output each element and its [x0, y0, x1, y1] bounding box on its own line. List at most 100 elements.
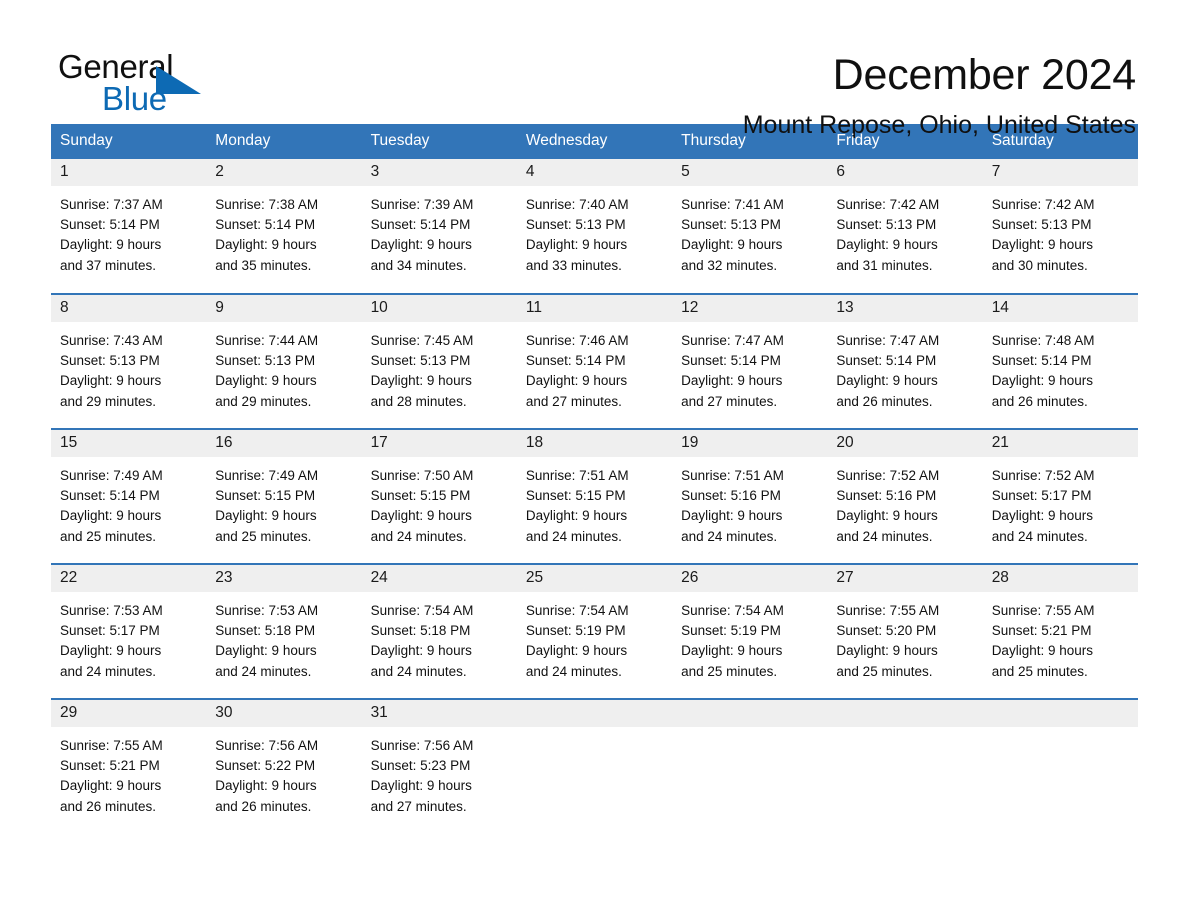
- day-number: [827, 700, 983, 727]
- day-number: 29: [51, 700, 207, 727]
- daylight-text-line1: Daylight: 9 hours: [60, 237, 162, 253]
- sunrise-text: Sunrise: 7:38 AM: [215, 197, 319, 212]
- sunset-text: Sunset: 5:13 PM: [991, 217, 1092, 233]
- page-header: General Blue December 2024 Mount Repose,…: [0, 0, 1188, 139]
- sunset-text: Sunset: 5:14 PM: [681, 353, 781, 369]
- sunrise-text: Sunrise: 7:55 AM: [991, 603, 1095, 618]
- calendar-day-cell[interactable]: 2 Sunrise: 7:38 AM Sunset: 5:14 PM Daylight…: [206, 159, 362, 294]
- day-number: 16: [206, 430, 362, 457]
- day-details: Sunrise: 7:54 AM Sunset: 5:18 PM Daylight:…: [362, 592, 517, 682]
- calendar-day-cell[interactable]: 3 Sunrise: 7:39 AM Sunset: 5:14 PM Daylight…: [361, 159, 517, 294]
- day-number: 9: [206, 295, 362, 322]
- day-details: Sunrise: 7:51 AM Sunset: 5:15 PM Daylight:…: [517, 457, 672, 547]
- generalblue-logo[interactable]: General Blue: [58, 50, 218, 120]
- calendar-day-cell[interactable]: 30 Sunrise: 7:56 AM Sunset: 5:22 PM Dayligh…: [206, 698, 362, 834]
- daylight-text-line2: and 24 minutes.: [60, 663, 157, 679]
- day-details: Sunrise: 7:54 AM Sunset: 5:19 PM Daylight:…: [672, 592, 827, 682]
- calendar-day-cell[interactable]: 23 Sunrise: 7:53 AM Sunset: 5:18 PM Dayligh…: [206, 563, 362, 699]
- daylight-text-line2: and 24 minutes.: [525, 663, 622, 679]
- calendar-day-cell[interactable]: 31 Sunrise: 7:56 AM Sunset: 5:23 PM Dayligh…: [361, 698, 517, 834]
- calendar-day-cell[interactable]: 4 Sunrise: 7:40 AM Sunset: 5:13 PM Daylight…: [516, 159, 673, 294]
- calendar-day-cell[interactable]: 26 Sunrise: 7:54 AM Sunset: 5:19 PM Dayligh…: [672, 563, 828, 699]
- calendar-day-cell[interactable]: 20 Sunrise: 7:52 AM Sunset: 5:16 PM Dayligh…: [827, 428, 983, 564]
- calendar-day-cell[interactable]: 7 Sunrise: 7:42 AM Sunset: 5:13 PM Daylight…: [982, 159, 1138, 294]
- calendar-day-cell[interactable]: 10 Sunrise: 7:45 AM Sunset: 5:13 PM Dayligh…: [361, 293, 517, 429]
- day-number: 8: [51, 295, 207, 322]
- weekday-header-sunday: Sunday: [51, 124, 207, 159]
- calendar-day-cell[interactable]: 5 Sunrise: 7:41 AM Sunset: 5:13 PM Daylight…: [672, 159, 828, 294]
- daylight-text-line1: Daylight: 9 hours: [370, 643, 472, 659]
- calendar-week-row: 1 Sunrise: 7:37 AM Sunset: 5:14 PM Daylight…: [51, 159, 1138, 294]
- calendar-day-cell[interactable]: 14 Sunrise: 7:48 AM Sunset: 5:14 PM Dayligh…: [982, 293, 1138, 429]
- day-details: Sunrise: 7:48 AM Sunset: 5:14 PM Daylight:…: [983, 322, 1138, 412]
- calendar-day-cell[interactable]: 16 Sunrise: 7:49 AM Sunset: 5:15 PM Dayligh…: [206, 428, 362, 564]
- calendar-day-cell[interactable]: 8 Sunrise: 7:43 AM Sunset: 5:13 PM Daylight…: [51, 293, 207, 429]
- daylight-text-line2: and 25 minutes.: [60, 528, 157, 544]
- day-number: 3: [361, 159, 517, 186]
- daylight-text-line1: Daylight: 9 hours: [215, 237, 317, 253]
- sunrise-text: Sunrise: 7:55 AM: [836, 603, 940, 618]
- calendar-day-cell[interactable]: 17 Sunrise: 7:50 AM Sunset: 5:15 PM Dayligh…: [361, 428, 517, 564]
- sunrise-text: Sunrise: 7:42 AM: [836, 197, 940, 212]
- calendar-day-cell[interactable]: 19 Sunrise: 7:51 AM Sunset: 5:16 PM Dayligh…: [672, 428, 828, 564]
- sunset-text: Sunset: 5:17 PM: [991, 488, 1092, 504]
- calendar-day-cell[interactable]: 22 Sunrise: 7:53 AM Sunset: 5:17 PM Dayligh…: [51, 563, 207, 699]
- daylight-text-line1: Daylight: 9 hours: [991, 508, 1093, 524]
- sunset-text: Sunset: 5:22 PM: [215, 758, 316, 774]
- calendar-day-cell[interactable]: 9 Sunrise: 7:44 AM Sunset: 5:13 PM Daylight…: [206, 293, 362, 429]
- daylight-text-line2: and 29 minutes.: [215, 393, 312, 409]
- sunrise-text: Sunrise: 7:45 AM: [370, 333, 474, 348]
- sunset-text: Sunset: 5:15 PM: [215, 488, 316, 504]
- sunset-text: Sunset: 5:21 PM: [60, 758, 160, 774]
- calendar-day-cell[interactable]: 21 Sunrise: 7:52 AM Sunset: 5:17 PM Dayligh…: [982, 428, 1138, 564]
- calendar-day-cell[interactable]: 27 Sunrise: 7:55 AM Sunset: 5:20 PM Dayligh…: [827, 563, 983, 699]
- day-number: [672, 700, 828, 727]
- calendar-day-cell[interactable]: 13 Sunrise: 7:47 AM Sunset: 5:14 PM Dayligh…: [827, 293, 983, 429]
- sunrise-text: Sunrise: 7:54 AM: [370, 603, 474, 618]
- calendar-cell-empty: [672, 698, 828, 834]
- daylight-text-line2: and 26 minutes.: [991, 393, 1088, 409]
- daylight-text-line2: and 35 minutes.: [215, 257, 312, 273]
- day-details: Sunrise: 7:41 AM Sunset: 5:13 PM Daylight:…: [672, 186, 827, 276]
- sunrise-text: Sunrise: 7:37 AM: [60, 197, 163, 212]
- daylight-text-line2: and 26 minutes.: [215, 798, 312, 814]
- title-block: December 2024 Mount Repose, Ohio, United…: [743, 50, 1136, 140]
- sunrise-text: Sunrise: 7:51 AM: [525, 468, 629, 483]
- sunset-text: Sunset: 5:19 PM: [525, 623, 626, 639]
- calendar-day-cell[interactable]: 6 Sunrise: 7:42 AM Sunset: 5:13 PM Daylight…: [827, 159, 983, 294]
- calendar-day-cell[interactable]: 12 Sunrise: 7:47 AM Sunset: 5:14 PM Dayligh…: [672, 293, 828, 429]
- calendar-day-cell[interactable]: 25 Sunrise: 7:54 AM Sunset: 5:19 PM Dayligh…: [516, 563, 673, 699]
- daylight-text-line2: and 24 minutes.: [525, 528, 622, 544]
- calendar-day-cell[interactable]: 18 Sunrise: 7:51 AM Sunset: 5:15 PM Dayligh…: [516, 428, 673, 564]
- calendar-day-cell[interactable]: 29 Sunrise: 7:55 AM Sunset: 5:21 PM Dayligh…: [51, 698, 207, 834]
- weekday-header-wednesday: Wednesday: [516, 124, 673, 159]
- day-number: 19: [672, 430, 828, 457]
- daylight-text-line1: Daylight: 9 hours: [991, 237, 1093, 253]
- daylight-text-line2: and 26 minutes.: [60, 798, 157, 814]
- calendar-day-cell[interactable]: 11 Sunrise: 7:46 AM Sunset: 5:14 PM Dayligh…: [516, 293, 673, 429]
- day-number: 18: [516, 430, 673, 457]
- daylight-text-line1: Daylight: 9 hours: [836, 237, 938, 253]
- sunset-text: Sunset: 5:13 PM: [836, 217, 937, 233]
- calendar-cell-empty: [516, 698, 673, 834]
- day-details: Sunrise: 7:56 AM Sunset: 5:22 PM Daylight:…: [206, 727, 361, 817]
- sunrise-text: Sunrise: 7:49 AM: [60, 468, 163, 483]
- daylight-text-line1: Daylight: 9 hours: [60, 508, 162, 524]
- day-details: Sunrise: 7:42 AM Sunset: 5:13 PM Daylight:…: [827, 186, 982, 276]
- day-number: 6: [827, 159, 983, 186]
- daylight-text-line1: Daylight: 9 hours: [836, 643, 938, 659]
- daylight-text-line1: Daylight: 9 hours: [991, 643, 1093, 659]
- sunset-text: Sunset: 5:21 PM: [991, 623, 1092, 639]
- daylight-text-line2: and 25 minutes.: [681, 663, 778, 679]
- sunset-text: Sunset: 5:14 PM: [525, 353, 626, 369]
- calendar-day-cell[interactable]: 28 Sunrise: 7:55 AM Sunset: 5:21 PM Dayligh…: [982, 563, 1138, 699]
- calendar-day-cell[interactable]: 1 Sunrise: 7:37 AM Sunset: 5:14 PM Daylight…: [51, 159, 207, 294]
- sunset-text: Sunset: 5:13 PM: [215, 353, 316, 369]
- daylight-text-line2: and 27 minutes.: [525, 393, 622, 409]
- weekday-header-monday: Monday: [206, 124, 362, 159]
- calendar-day-cell[interactable]: 15 Sunrise: 7:49 AM Sunset: 5:14 PM Dayligh…: [51, 428, 207, 564]
- calendar-day-cell[interactable]: 24 Sunrise: 7:54 AM Sunset: 5:18 PM Dayligh…: [361, 563, 517, 699]
- daylight-text-line1: Daylight: 9 hours: [215, 508, 317, 524]
- day-details: Sunrise: 7:46 AM Sunset: 5:14 PM Daylight:…: [517, 322, 672, 412]
- sunrise-text: Sunrise: 7:52 AM: [991, 468, 1095, 483]
